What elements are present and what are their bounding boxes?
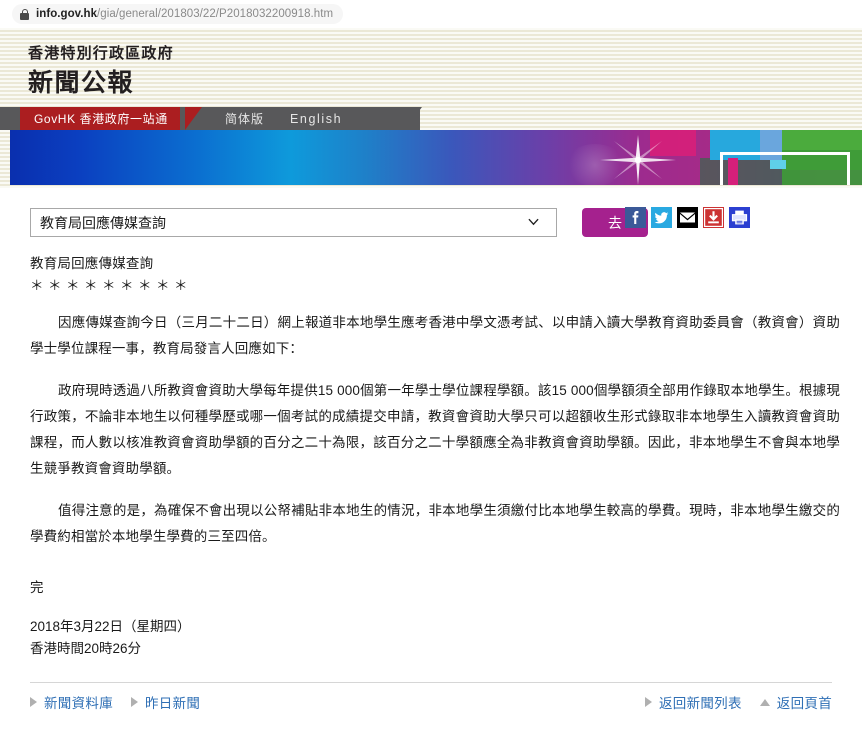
site-header: 香港特別行政區政府 新聞公報 GovHK 香港政府一站通 简体版 English [0,28,862,130]
article-end-mark: 完 [30,580,44,595]
article-paragraph: 值得注意的是，為確保不會出現以公帑補貼非本地生的情況，非本地學生須繳付比本地學生… [30,503,840,544]
page-content: 香港特別行政區政府 新聞公報 GovHK 香港政府一站通 简体版 English [0,28,862,730]
govhk-tab-slant [185,107,202,130]
top-navigation: GovHK 香港政府一站通 简体版 English [0,107,862,130]
footer-link-label: 新聞資料庫 [44,696,113,711]
nav-grey-slant [405,107,422,130]
govhk-tab-label: GovHK 香港政府一站通 [34,112,168,126]
footer-link-yesterday-news[interactable]: 昨日新聞 [131,692,200,712]
nav-english[interactable]: English [290,107,342,130]
twitter-share-icon[interactable] [651,207,672,228]
nav-simplified-chinese[interactable]: 简体版 [225,107,264,130]
url-text: info.gov.hk/gia/general/201803/22/P20180… [36,8,333,20]
banner-white-frame [720,152,850,185]
footer-link-back-to-top[interactable]: 返回頁首 [759,692,832,712]
triangle-up-icon [759,698,770,706]
url-pill[interactable]: info.gov.hk/gia/general/201803/22/P20180… [12,4,344,24]
government-name: 香港特別行政區政府 [28,45,174,62]
decorative-banner [10,130,862,185]
save-download-icon[interactable] [703,207,724,228]
triangle-right-icon [30,697,37,707]
url-host: info.gov.hk [36,8,98,20]
lock-icon [20,8,29,20]
browser-url-bar: info.gov.hk/gia/general/201803/22/P20180… [0,0,862,28]
article-body: 教育局回應傳媒查詢 ＊＊＊＊＊＊＊＊＊ 因應傳媒查詢今日（三月二十二日）網上報道… [0,252,862,660]
banner-container [0,130,862,188]
footer-link-back-to-list[interactable]: 返回新聞列表 [644,692,742,712]
footer-link-label: 返回新聞列表 [658,696,742,711]
footer-divider [30,682,832,683]
article-paragraph: 政府現時透過八所教資會資助大學每年提供15 000個第一年學士學位課程學額。該1… [30,383,840,476]
sparkle-icon [600,135,676,185]
toolbar-row: 教育局回應傳媒查詢 去 [0,204,862,250]
news-category-select[interactable]: 教育局回應傳媒查詢 [30,208,557,237]
facebook-share-icon[interactable] [625,207,646,228]
article-star-separator: ＊＊＊＊＊＊＊＊＊ [30,278,192,293]
footer-left-links: 新聞資料庫 昨日新聞 [30,692,200,712]
govhk-tab[interactable]: GovHK 香港政府一站通 [20,107,180,130]
share-icon-group [625,207,750,228]
article-time: 香港時間20時26分 [30,641,142,656]
footer-link-news-archive[interactable]: 新聞資料庫 [30,692,113,712]
triangle-right-icon [644,697,652,707]
page-title: 新聞公報 [28,69,135,97]
footer-right-links: 返回新聞列表 返回頁首 [644,692,832,712]
triangle-right-icon [131,697,138,707]
footer-link-label: 返回頁首 [776,696,832,711]
article-title: 教育局回應傳媒查詢 [30,256,154,271]
footer-link-label: 昨日新聞 [145,696,201,711]
article-paragraph: 因應傳媒查詢今日（三月二十二日）網上報道非本地學生應考香港中學文憑考試、以申請入… [30,315,840,356]
print-icon[interactable] [729,207,750,228]
footer: 新聞資料庫 昨日新聞 返回新聞列表 返回頁首 [0,692,862,722]
url-path: /gia/general/201803/22/P2018032200918.ht… [97,8,334,20]
article-date: 2018年3月22日（星期四） [30,619,191,634]
email-share-icon[interactable] [677,207,698,228]
